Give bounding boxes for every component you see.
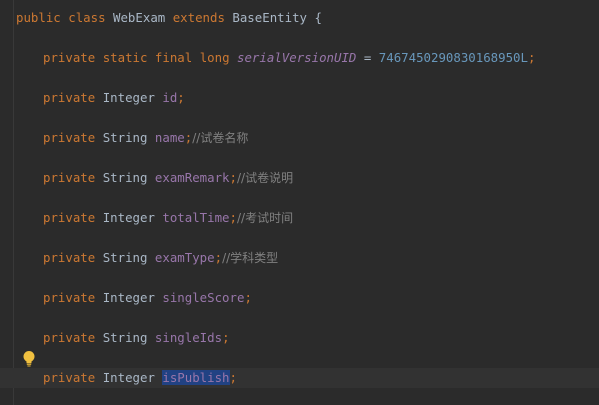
field-type: Integer	[102, 370, 155, 385]
code-line-class-declaration[interactable]: public class WebExam extends BaseEntity …	[0, 8, 599, 28]
code-line-current[interactable]: private Integer isPublish;	[0, 368, 599, 388]
keyword-private: private	[43, 130, 96, 145]
keyword-class: class	[68, 10, 106, 25]
field-name: id	[162, 90, 178, 105]
field-type: String	[102, 250, 148, 265]
field-declaration: private Integer id;	[16, 88, 185, 108]
field-name: singleIds	[154, 330, 223, 345]
class-name: WebExam	[113, 10, 166, 25]
keyword-public: public	[16, 10, 61, 25]
code-line-field[interactable]: private String name;//试卷名称	[0, 128, 599, 148]
open-brace: {	[314, 10, 322, 25]
field-name: examType	[154, 250, 215, 265]
keyword-private: private	[43, 330, 96, 345]
keyword-private: private	[43, 170, 96, 185]
line-comment: //试卷名称	[192, 131, 249, 145]
field-declaration: private String singleIds;	[16, 328, 230, 348]
class-declaration: public class WebExam extends BaseEntity …	[16, 8, 322, 28]
semicolon: ;	[222, 330, 230, 345]
semicolon: ;	[177, 90, 185, 105]
code-line-serial-version[interactable]: private static final long serialVersionU…	[0, 48, 599, 68]
serial-declaration: private static final long serialVersionU…	[16, 48, 535, 68]
code-line-field[interactable]: private String examRemark;//试卷说明	[0, 168, 599, 188]
code-line-field[interactable]: private Integer singleScore;	[0, 288, 599, 308]
line-comment: //试卷说明	[237, 171, 294, 185]
code-line-field[interactable]: private Integer totalTime;//考试时间	[0, 208, 599, 228]
field-declaration: private Integer isPublish;	[16, 368, 237, 388]
code-line-field[interactable]: private Integer id;	[0, 88, 599, 108]
field-declaration: private Integer totalTime;//考试时间	[16, 208, 293, 228]
field-declaration: private String examRemark;//试卷说明	[16, 168, 293, 188]
field-declaration: private String examType;//学科类型	[16, 248, 278, 268]
field-name: name	[154, 130, 185, 145]
keyword-private: private	[43, 50, 96, 65]
semicolon: ;	[527, 50, 536, 65]
field-type: String	[102, 330, 148, 345]
field-type: Integer	[102, 210, 155, 225]
code-line-field[interactable]: private String singleIds;	[0, 328, 599, 348]
semicolon: ;	[229, 170, 237, 185]
field-declaration: private Integer singleScore;	[16, 288, 252, 308]
semicolon: ;	[229, 370, 237, 385]
semicolon: ;	[244, 290, 252, 305]
keyword-long: long	[199, 50, 230, 65]
code-editor[interactable]: public class WebExam extends BaseEntity …	[0, 0, 599, 405]
lightbulb-icon[interactable]	[22, 350, 36, 368]
field-type: String	[102, 130, 148, 145]
field-type: Integer	[102, 290, 155, 305]
selected-field-name[interactable]: isPublish	[162, 370, 230, 385]
number-literal: 7467450290830168950L	[378, 50, 528, 65]
equals-sign: =	[363, 50, 372, 65]
keyword-extends: extends	[172, 10, 225, 25]
keyword-private: private	[43, 90, 96, 105]
field-name: singleScore	[162, 290, 245, 305]
semicolon: ;	[214, 250, 223, 265]
keyword-private: private	[43, 290, 96, 305]
field-name: examRemark	[154, 170, 230, 185]
semicolon: ;	[229, 210, 237, 225]
field-type: Integer	[102, 90, 155, 105]
keyword-static: static	[102, 50, 148, 65]
keyword-private: private	[43, 210, 96, 225]
line-comment: //考试时间	[236, 211, 294, 225]
code-line-field[interactable]: private String examType;//学科类型	[0, 248, 599, 268]
constant-name: serialVersionUID	[237, 50, 357, 65]
field-type: String	[102, 170, 148, 185]
field-name: totalTime	[162, 210, 230, 225]
parent-class-name: BaseEntity	[232, 10, 307, 25]
field-declaration: private String name;//试卷名称	[16, 128, 248, 148]
line-comment: //学科类型	[222, 251, 279, 265]
keyword-private: private	[43, 370, 96, 385]
keyword-final: final	[154, 50, 193, 65]
keyword-private: private	[43, 250, 96, 265]
